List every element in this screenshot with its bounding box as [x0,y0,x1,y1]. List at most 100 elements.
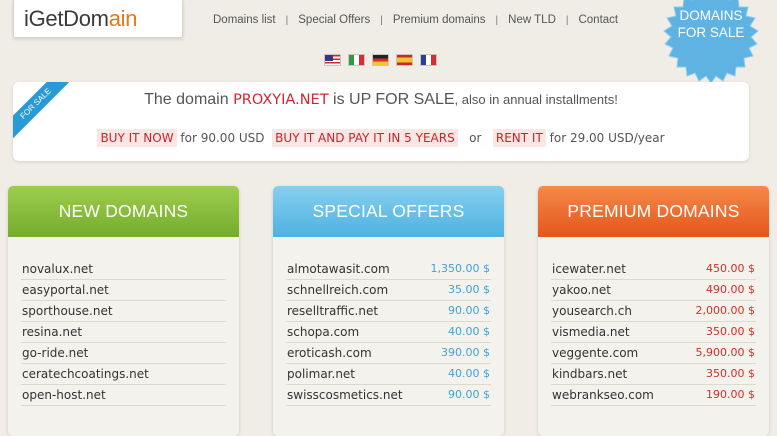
domain-name: polimar.net [287,367,356,381]
domain-name: icewater.net [552,262,626,276]
list-item[interactable]: go-ride.net [21,342,226,364]
us-flag-icon[interactable] [324,54,341,66]
domain-name: sporthouse.net [22,304,113,318]
sale-headline: The domain PROXYIA.NET is UP FOR SALE, a… [13,91,749,109]
domain-name: yakoo.net [552,283,611,297]
list-item[interactable]: almotawasit.com 1,350.00 $ [286,258,491,280]
panel-title[interactable]: PREMIUM DOMAINS [538,186,769,237]
panel-list: novalux.net easyportal.net sporthouse.ne… [8,237,239,436]
nav-contact[interactable]: Contact [578,14,618,26]
list-item[interactable]: resina.net [21,321,226,343]
panel-list: icewater.net 450.00 $ yakoo.net 490.00 $ y… [538,237,769,436]
list-item[interactable]: polimar.net 40.00 $ [286,363,491,385]
list-item[interactable]: ceratechcoatings.net [21,363,226,385]
domain-price: 350.00 $ [706,325,755,338]
premium-domains-panel: PREMIUM DOMAINS icewater.net 450.00 $ yak… [538,186,769,436]
domain-name: ceratechcoatings.net [22,367,149,381]
domain-name: eroticash.com [287,346,372,360]
badge-line-2: FOR SALE [677,25,745,40]
list-item[interactable]: schnellreich.com 35.00 $ [286,279,491,301]
list-item[interactable]: yousearch.ch 2,000.00 $ [551,300,756,322]
nav-separator: | [565,14,569,26]
it-flag-icon[interactable] [348,54,365,66]
list-item[interactable]: yakoo.net 490.00 $ [551,279,756,301]
domain-price: 5,900.00 $ [695,346,755,359]
nav-premium-domains[interactable]: Premium domains [393,14,486,26]
nav-separator: | [380,14,383,26]
list-item[interactable]: eroticash.com 390.00 $ [286,342,491,364]
list-item[interactable]: open-host.net [21,384,226,406]
list-item[interactable]: veggente.com 5,900.00 $ [551,342,756,364]
domain-price: 2,000.00 $ [695,304,755,317]
domain-name: vismedia.net [552,325,630,339]
sale-prefix: The domain [144,91,234,108]
fr-flag-icon[interactable] [420,54,437,66]
domain-name: yousearch.ch [552,304,632,318]
domain-name: open-host.net [22,388,106,402]
domain-name: reselltraffic.net [287,304,379,318]
buy-now-button[interactable]: BUY IT NOW [97,129,177,147]
domain-name: go-ride.net [22,346,89,360]
or-label: or [469,131,482,145]
new-domains-panel: NEW DOMAINS novalux.net easyportal.net s… [8,186,239,436]
domain-name: almotawasit.com [287,262,390,276]
de-flag-icon[interactable] [372,54,389,66]
logo-text-accent: ain [108,6,138,31]
nav-separator: | [495,14,499,26]
list-item[interactable]: icewater.net 450.00 $ [551,258,756,280]
list-item[interactable]: novalux.net [21,258,226,280]
domain-price: 90.00 $ [448,388,490,401]
domain-price: 490.00 $ [706,283,755,296]
sale-middle: is UP FOR SALE [328,91,455,108]
list-item[interactable]: easyportal.net [21,279,226,301]
sale-options: BUY IT NOW for 90.00 USD BUY IT AND PAY … [13,129,749,147]
domain-name: novalux.net [22,262,93,276]
nav-separator: | [285,14,289,26]
list-item[interactable]: sporthouse.net [21,300,226,322]
domain-price: 390.00 $ [441,346,490,359]
sale-suffix: , also in annual installments! [454,92,618,107]
rent-price: for 29.00 USD/year [549,131,665,145]
logo-text: iGetDom [24,6,109,31]
sale-banner: FOR SALE The domain PROXYIA.NET is UP FO… [13,82,749,161]
domain-name: schopa.com [287,325,360,339]
site-logo[interactable]: iGetDomain [13,0,183,38]
domain-name: schnellreich.com [287,283,389,297]
special-offers-panel: SPECIAL OFFERS almotawasit.com 1,350.00 $… [273,186,504,436]
sale-domain: PROXYIA.NET [233,92,329,108]
domain-name: webrankseo.com [552,388,654,402]
domain-name: easyportal.net [22,283,109,297]
domain-price: 450.00 $ [706,262,755,275]
es-flag-icon[interactable] [396,54,413,66]
domain-price: 40.00 $ [448,325,490,338]
main-nav: Domains list | Special Offers | Premium … [213,12,618,28]
list-item[interactable]: reselltraffic.net 90.00 $ [286,300,491,322]
domain-price: 190.00 $ [706,388,755,401]
domain-price: 35.00 $ [448,283,490,296]
nav-special-offers[interactable]: Special Offers [298,14,370,26]
buy-now-price: for 90.00 USD [180,131,265,145]
list-item[interactable]: vismedia.net 350.00 $ [551,321,756,343]
panel-title[interactable]: NEW DOMAINS [8,186,239,237]
badge-line-1: DOMAINS [679,8,743,23]
domain-name: resina.net [22,325,83,339]
nav-domains-list[interactable]: Domains list [213,14,276,26]
rent-button[interactable]: RENT IT [492,129,546,147]
domain-name: veggente.com [552,346,639,360]
domain-price: 90.00 $ [448,304,490,317]
list-item[interactable]: swisscosmetics.net 90.00 $ [286,384,491,406]
list-item[interactable]: schopa.com 40.00 $ [286,321,491,343]
list-item[interactable]: kindbars.net 350.00 $ [551,363,756,385]
domain-name: kindbars.net [552,367,628,381]
panel-list: almotawasit.com 1,350.00 $ schnellreich.c… [273,237,504,436]
installments-button[interactable]: BUY IT AND PAY IT IN 5 YEARS [272,129,458,147]
nav-new-tld[interactable]: New TLD [508,14,556,26]
panel-title[interactable]: SPECIAL OFFERS [273,186,504,237]
language-flags [324,54,437,66]
domain-price: 1,350.00 $ [430,262,490,275]
domain-name: swisscosmetics.net [287,388,403,402]
domain-price: 40.00 $ [448,367,490,380]
list-item[interactable]: webrankseo.com 190.00 $ [551,384,756,406]
domains-for-sale-badge[interactable]: DOMAINS FOR SALE [657,0,765,84]
domain-price: 350.00 $ [706,367,755,380]
